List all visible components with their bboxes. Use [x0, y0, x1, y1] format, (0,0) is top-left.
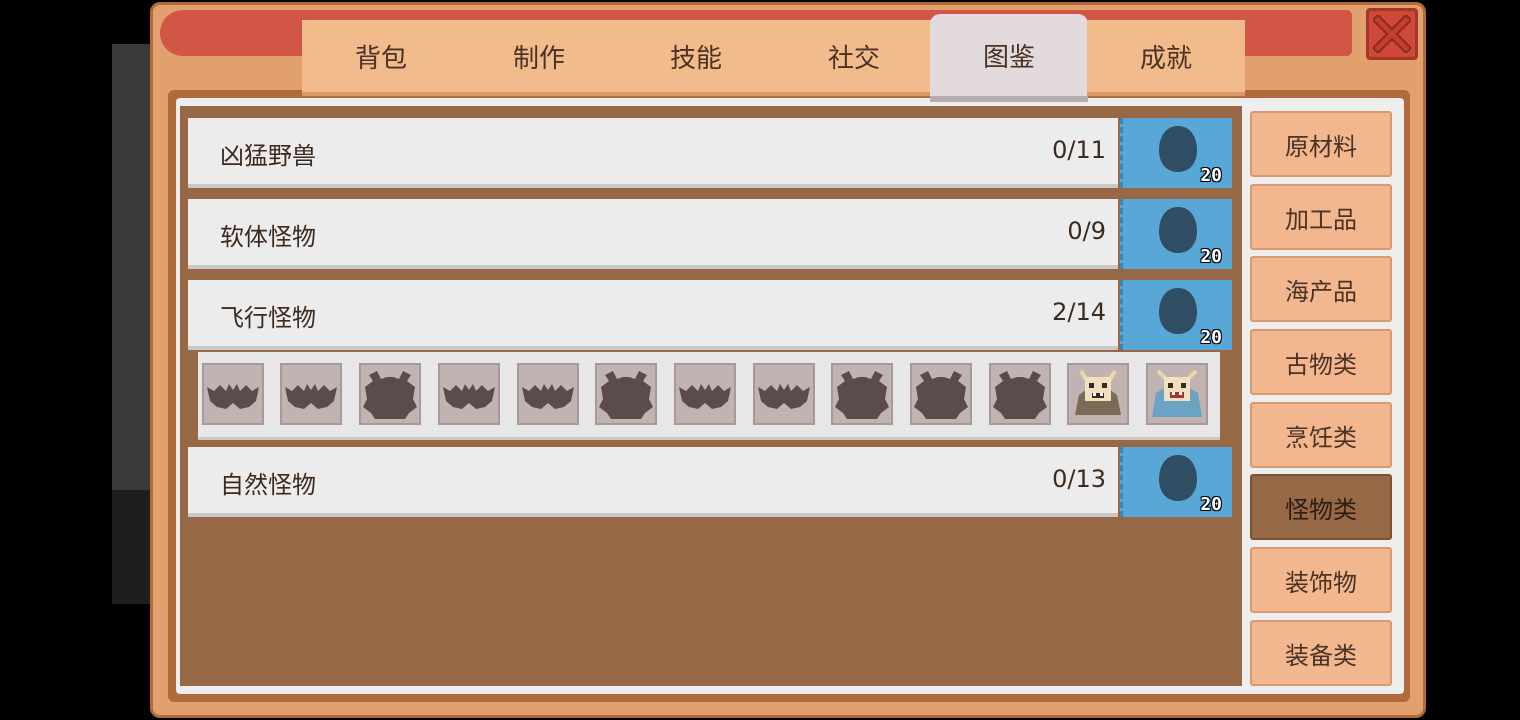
sidebar-item-raw-materials[interactable]: 原材料 — [1250, 111, 1392, 177]
sidebar-item-monsters[interactable]: 怪物类 — [1250, 474, 1392, 540]
category-bar[interactable]: 软体怪物 0/9 — [188, 199, 1118, 269]
tab-crafting[interactable]: 制作 — [460, 20, 618, 96]
sidebar-item-antiques[interactable]: 古物类 — [1250, 329, 1392, 395]
tab-skills[interactable]: 技能 — [617, 20, 775, 96]
winged-beast-silhouette-icon — [993, 371, 1047, 419]
category-bar[interactable]: 自然怪物 0/13 — [188, 447, 1118, 517]
category-progress: 2/14 — [1052, 298, 1106, 326]
close-x-icon — [1373, 15, 1411, 53]
reward-box[interactable]: 20 — [1120, 199, 1232, 269]
winged-beast-silhouette-icon — [599, 371, 653, 419]
winged-beast-silhouette-icon — [914, 371, 968, 419]
sidebar-item-decorations[interactable]: 装饰物 — [1250, 547, 1392, 613]
tab-encyclopedia[interactable]: 图鉴 — [930, 14, 1088, 102]
category-row-mollusk-monsters: 软体怪物 0/9 20 — [188, 199, 1232, 269]
bat-silhouette-icon — [443, 384, 495, 409]
monster-slot[interactable] — [674, 363, 736, 425]
reward-egg-icon — [1159, 126, 1197, 172]
category-row-nature-monsters: 自然怪物 0/13 20 — [188, 447, 1232, 517]
monster-slot[interactable] — [753, 363, 815, 425]
reward-egg-icon — [1159, 288, 1197, 334]
bat-silhouette-icon — [207, 384, 259, 409]
bat-silhouette-icon — [285, 384, 337, 409]
sidebar-item-seafood[interactable]: 海产品 — [1250, 256, 1392, 322]
monster-slot[interactable] — [202, 363, 264, 425]
flying-monsters-grid — [198, 352, 1220, 440]
category-row-fierce-beasts: 凶猛野兽 0/11 20 — [188, 118, 1232, 188]
reward-box[interactable]: 20 — [1120, 280, 1232, 350]
reward-egg-icon — [1159, 455, 1197, 501]
category-name: 软体怪物 — [220, 223, 316, 251]
bat-silhouette-icon — [522, 384, 574, 409]
category-bar[interactable]: 飞行怪物 2/14 — [188, 280, 1118, 350]
background-panel-shadow — [112, 490, 152, 604]
sidebar-item-equipment[interactable]: 装备类 — [1250, 620, 1392, 686]
category-progress: 0/13 — [1052, 465, 1106, 493]
monster-slot[interactable] — [1067, 363, 1129, 425]
sidebar-item-cooking[interactable]: 烹饪类 — [1250, 402, 1392, 468]
reward-egg-icon — [1159, 207, 1197, 253]
tab-achievements[interactable]: 成就 — [1087, 20, 1245, 96]
monster-slot[interactable] — [280, 363, 342, 425]
horned-monster-blue-icon — [1152, 369, 1202, 417]
monster-slot[interactable] — [517, 363, 579, 425]
winged-beast-silhouette-icon — [363, 371, 417, 419]
category-bar[interactable]: 凶猛野兽 0/11 — [188, 118, 1118, 188]
reward-amount: 20 — [1200, 327, 1222, 348]
category-name: 自然怪物 — [220, 471, 316, 499]
bat-silhouette-icon — [679, 384, 731, 409]
horned-monster-brown-icon — [1075, 369, 1121, 415]
winged-beast-silhouette-icon — [835, 371, 889, 419]
category-row-flying-monsters: 飞行怪物 2/14 20 — [188, 280, 1232, 350]
reward-amount: 20 — [1200, 246, 1222, 267]
monster-slot[interactable] — [910, 363, 972, 425]
reward-amount: 20 — [1200, 494, 1222, 515]
sidebar-item-processed-goods[interactable]: 加工品 — [1250, 184, 1392, 250]
monster-slot[interactable] — [595, 363, 657, 425]
tab-social[interactable]: 社交 — [775, 20, 933, 96]
close-button[interactable] — [1366, 8, 1418, 60]
category-name: 凶猛野兽 — [220, 142, 316, 170]
category-progress: 0/11 — [1052, 136, 1106, 164]
category-progress: 0/9 — [1067, 217, 1106, 245]
monster-slot[interactable] — [359, 363, 421, 425]
monster-slot[interactable] — [438, 363, 500, 425]
bat-silhouette-icon — [758, 384, 810, 409]
monster-slot[interactable] — [831, 363, 893, 425]
monster-slot[interactable] — [989, 363, 1051, 425]
reward-amount: 20 — [1200, 165, 1222, 186]
reward-box[interactable]: 20 — [1120, 118, 1232, 188]
reward-box[interactable]: 20 — [1120, 447, 1232, 517]
monster-slot[interactable] — [1146, 363, 1208, 425]
category-name: 飞行怪物 — [220, 304, 316, 332]
tab-backpack[interactable]: 背包 — [302, 20, 460, 96]
top-tabs: 背包 制作 技能 社交 图鉴 成就 — [298, 14, 1245, 102]
